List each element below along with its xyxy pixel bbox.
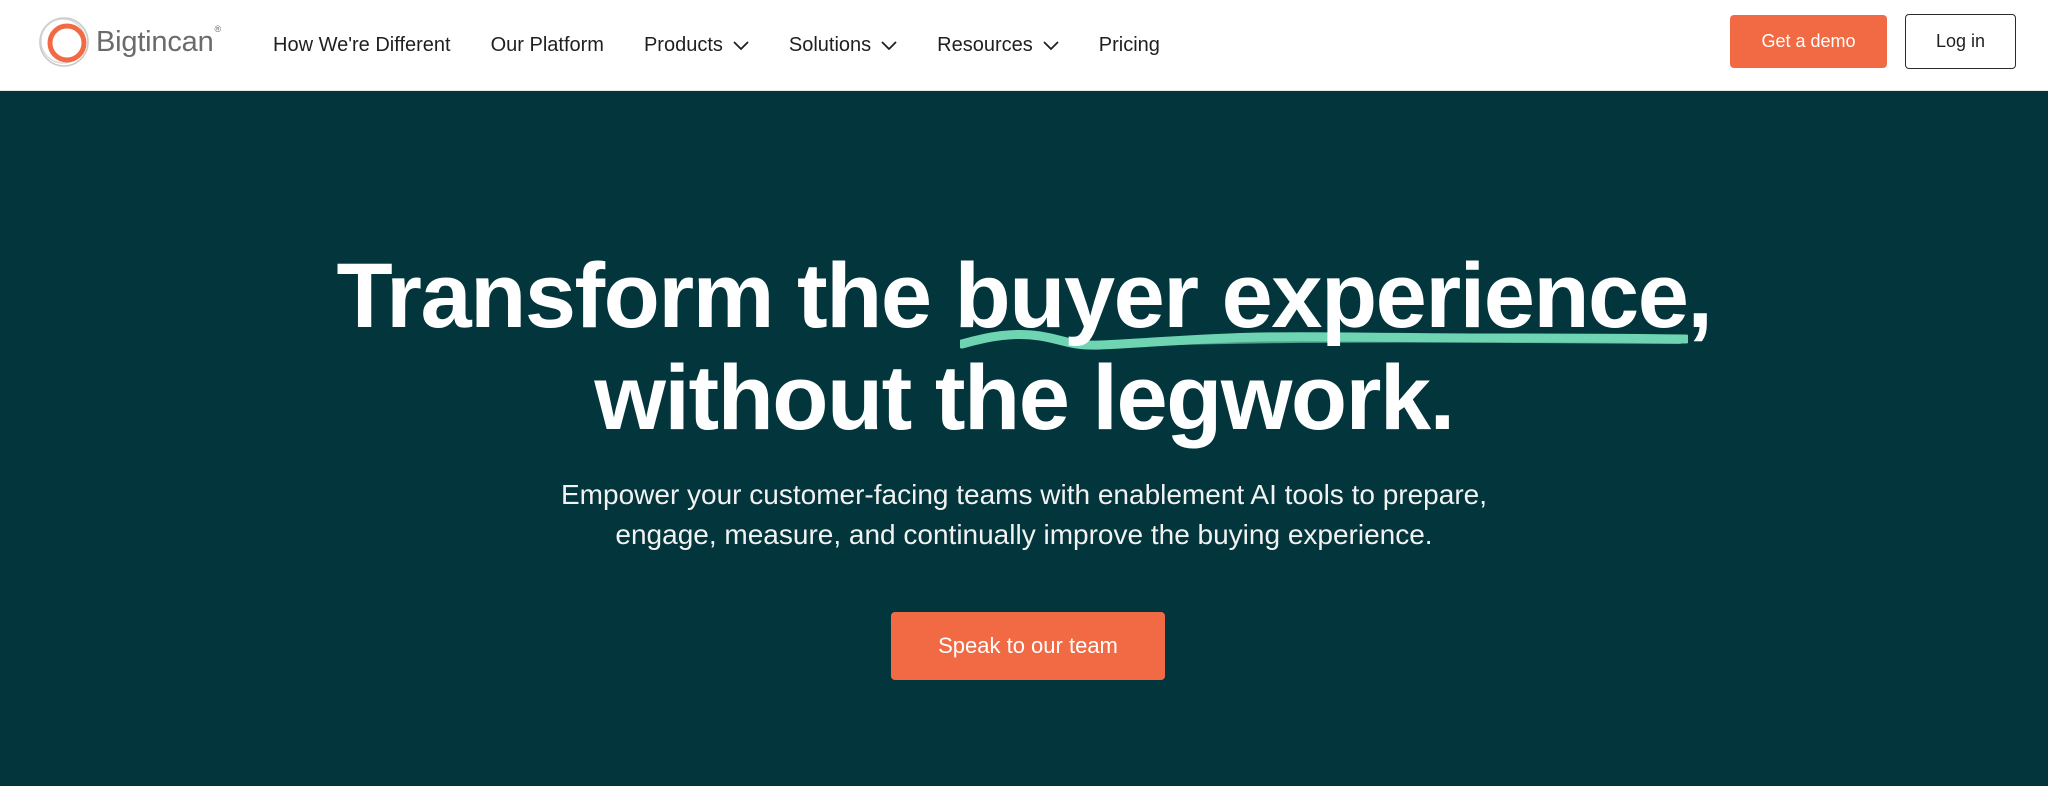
bigtincan-logo[interactable]: Bigtincan ® [38,14,221,70]
nav-item-how-were-different[interactable]: How We're Different [273,34,451,57]
bigtincan-circle-logo-icon [39,17,89,67]
main-nav: How We're Different Our Platform Product… [273,0,1200,91]
nav-item-label: Pricing [1098,34,1160,56]
site-header: Bigtincan ® How We're Different Our Plat… [0,0,2048,91]
chevron-down-icon [881,41,897,50]
headline-line-1: Transform the buyer experience, [336,245,1713,347]
subtext-line-1: Empower your customer-facing teams with … [561,479,1487,510]
log-in-button[interactable]: Log in [1905,14,2016,69]
logo-wordmark: Bigtincan [96,25,214,58]
nav-item-label: Solutions [788,34,872,56]
nav-item-label: Our Platform [490,34,604,56]
subtext-line-2: engage, measure, and continually improve… [615,519,1433,550]
hero-headline: Transform the buyer experience, without … [0,245,2048,449]
registered-mark: ® [214,24,222,34]
headline-line-2: without the legwork. [594,347,1455,449]
nav-item-label: Products [643,34,723,56]
nav-item-label: Resources [937,34,1033,56]
hero-section: Transform the buyer experience, without … [0,91,2048,786]
nav-item-products[interactable]: Products [644,34,749,57]
speak-to-our-team-button[interactable]: Speak to our team [891,612,1165,680]
get-a-demo-button[interactable]: Get a demo [1730,15,1887,68]
nav-item-solutions[interactable]: Solutions [789,34,897,57]
nav-item-resources[interactable]: Resources [937,34,1059,57]
nav-item-pricing[interactable]: Pricing [1099,34,1160,57]
chevron-down-icon [733,41,749,50]
nav-item-label: How We're Different [273,34,451,56]
nav-item-our-platform[interactable]: Our Platform [491,34,604,57]
chevron-down-icon [1043,41,1059,50]
hero-subtext: Empower your customer-facing teams with … [0,475,2048,555]
